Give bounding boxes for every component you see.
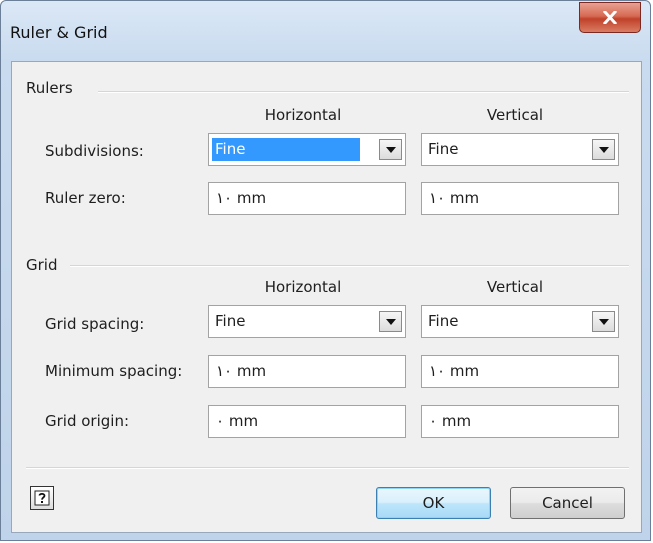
subdivisions-horizontal-value: Fine bbox=[211, 137, 361, 162]
chevron-down-icon bbox=[385, 318, 396, 325]
cancel-button[interactable]: Cancel bbox=[510, 487, 625, 519]
grid-spacing-horizontal-select[interactable]: Fine bbox=[208, 305, 406, 338]
subdivisions-label: Subdivisions: bbox=[45, 142, 144, 160]
ruler-zero-vertical-input[interactable]: ١٠ mm bbox=[421, 182, 619, 215]
minimum-spacing-horizontal-input[interactable]: ١٠ mm bbox=[208, 355, 406, 388]
grid-section-label: Grid bbox=[26, 256, 58, 274]
rulers-horizontal-header: Horizontal bbox=[264, 106, 342, 124]
minimum-spacing-vertical-input[interactable]: ١٠ mm bbox=[421, 355, 619, 388]
ok-button[interactable]: OK bbox=[376, 487, 491, 519]
subdivisions-horizontal-dropdown-button[interactable] bbox=[379, 139, 402, 160]
grid-origin-horizontal-input[interactable]: ٠ mm bbox=[208, 405, 406, 438]
grid-spacing-horizontal-value: Fine bbox=[215, 312, 246, 330]
close-icon bbox=[603, 11, 617, 24]
grid-spacing-vertical-value: Fine bbox=[428, 312, 459, 330]
grid-spacing-horizontal-dropdown-button[interactable] bbox=[379, 311, 402, 332]
chevron-down-icon bbox=[598, 318, 609, 325]
rulers-vertical-header: Vertical bbox=[486, 106, 544, 124]
subdivisions-vertical-value: Fine bbox=[428, 140, 459, 158]
close-button[interactable] bbox=[579, 2, 641, 33]
grid-horizontal-header: Horizontal bbox=[264, 278, 342, 296]
grid-origin-label: Grid origin: bbox=[45, 412, 130, 430]
minimum-spacing-label: Minimum spacing: bbox=[45, 362, 183, 380]
grid-separator bbox=[70, 265, 629, 267]
subdivisions-vertical-dropdown-button[interactable] bbox=[592, 139, 615, 160]
subdivisions-vertical-select[interactable]: Fine bbox=[421, 133, 619, 166]
ruler-zero-horizontal-input[interactable]: ١٠ mm bbox=[208, 182, 406, 215]
rulers-separator bbox=[98, 91, 629, 93]
ruler-zero-label: Ruler zero: bbox=[45, 189, 126, 207]
grid-spacing-label: Grid spacing: bbox=[45, 315, 145, 333]
grid-spacing-vertical-dropdown-button[interactable] bbox=[592, 311, 615, 332]
grid-vertical-header: Vertical bbox=[486, 278, 544, 296]
footer-separator bbox=[26, 467, 629, 469]
dialog-title: Ruler & Grid bbox=[10, 23, 108, 42]
grid-spacing-vertical-select[interactable]: Fine bbox=[421, 305, 619, 338]
chevron-down-icon bbox=[598, 146, 609, 153]
help-question-icon bbox=[34, 490, 50, 506]
grid-origin-vertical-input[interactable]: ٠ mm bbox=[421, 405, 619, 438]
chevron-down-icon bbox=[385, 146, 396, 153]
subdivisions-horizontal-select[interactable]: Fine bbox=[208, 133, 406, 166]
help-button[interactable] bbox=[30, 486, 54, 510]
dialog-content: Rulers Horizontal Vertical Subdivisions:… bbox=[11, 61, 642, 533]
rulers-section-label: Rulers bbox=[26, 79, 73, 97]
dialog-window: Ruler & Grid Rulers Horizontal Vertical … bbox=[0, 0, 651, 541]
